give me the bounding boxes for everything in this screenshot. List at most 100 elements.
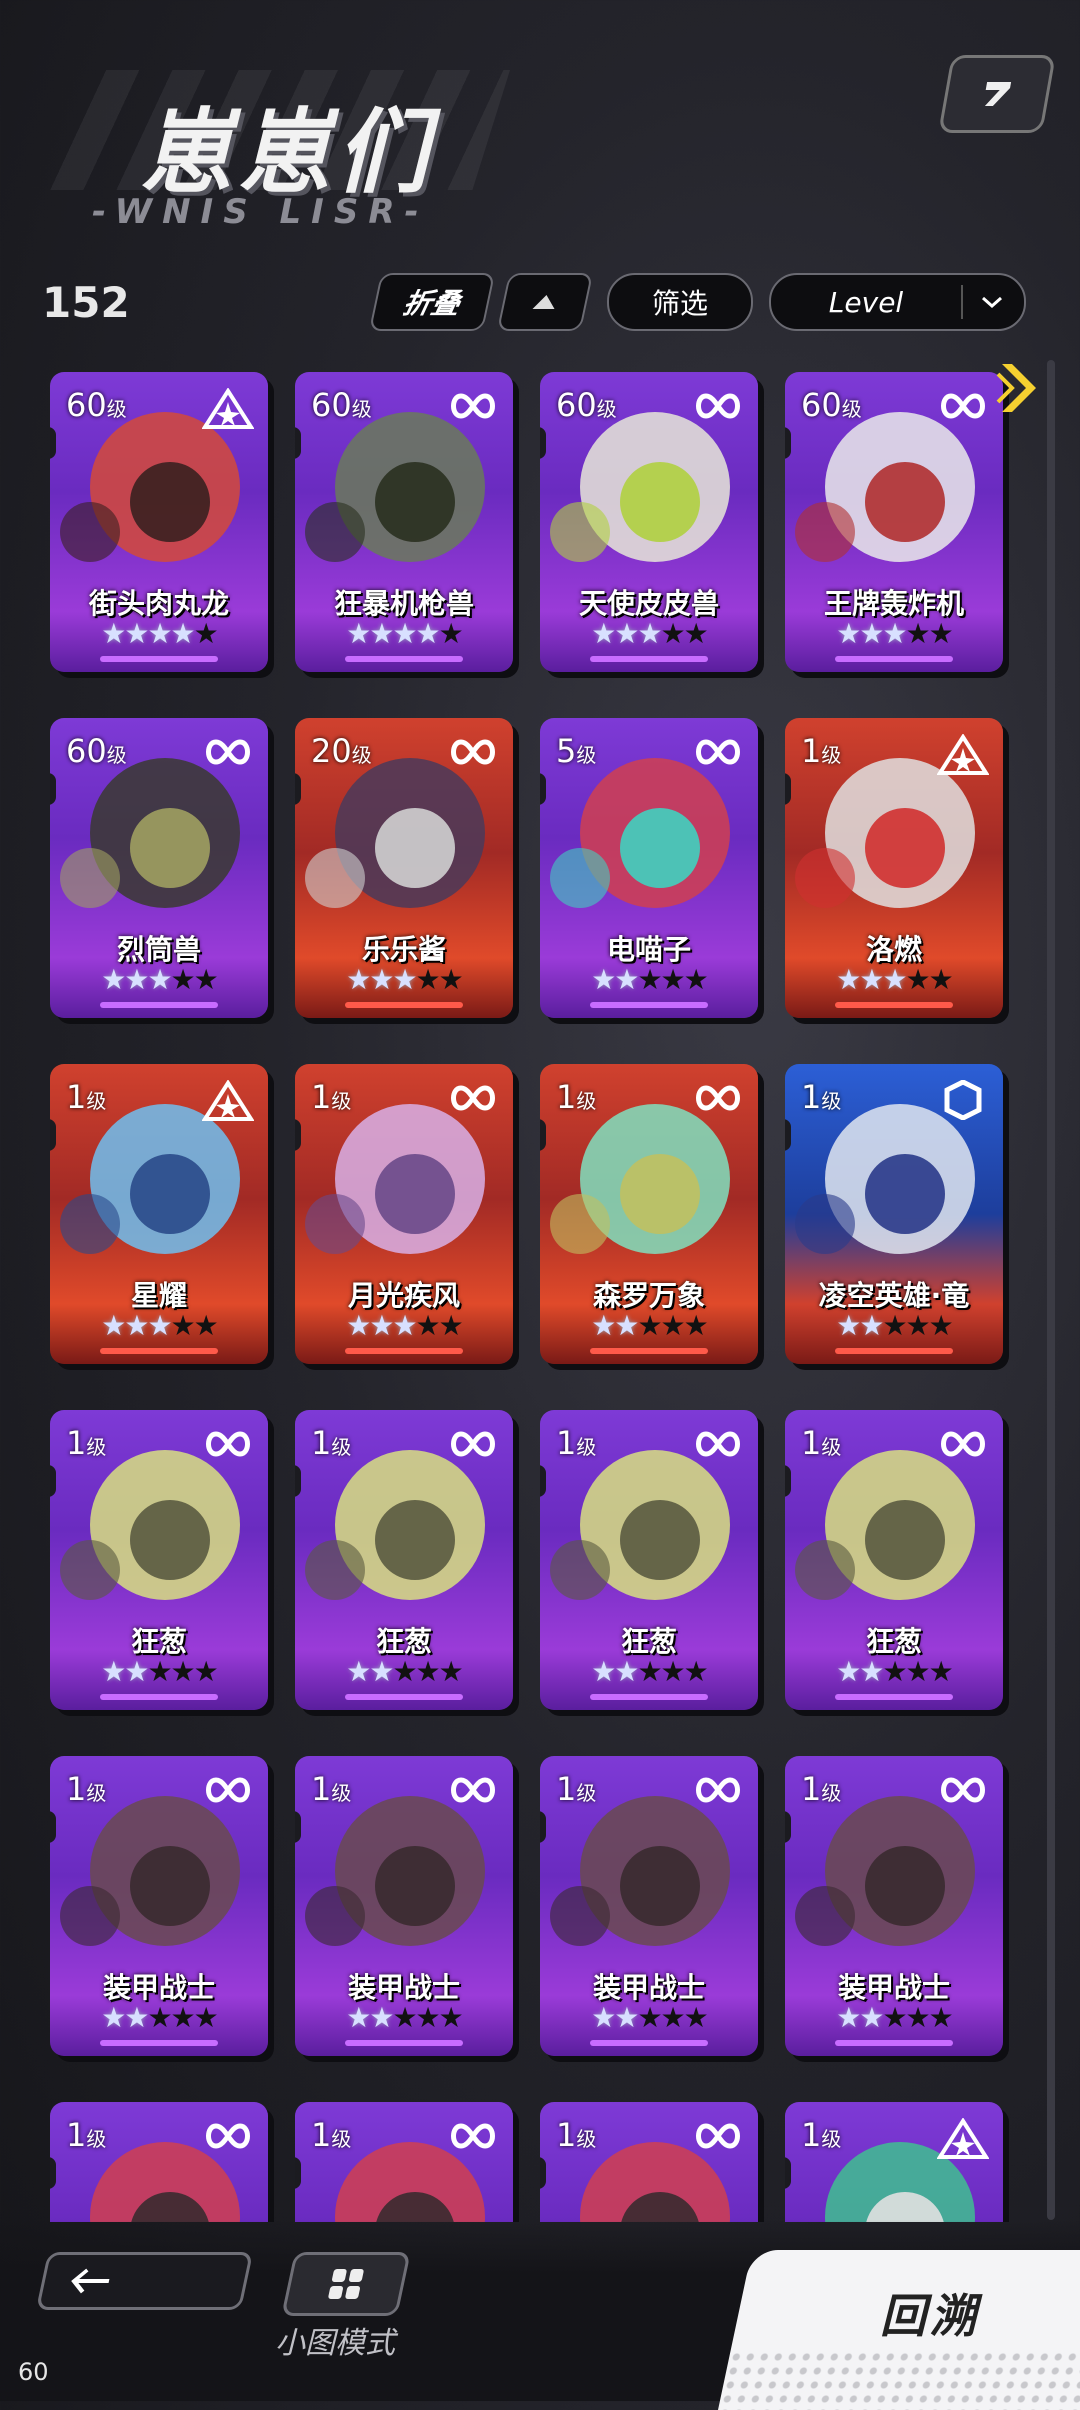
star-icon: ★ [346,1309,371,1342]
zai-name: 狂葱 [865,1625,922,1658]
zai-name: 烈筒兽 [116,933,201,966]
star-icon: ★ [836,963,861,996]
share-icon [984,82,1012,106]
zai-card[interactable]: 60级 烈筒兽 ★★★★★ [50,718,268,1018]
rarity-bar [345,1694,463,1700]
zai-level-value: 1 [311,1078,332,1116]
star-icon: ★ [147,1655,172,1688]
star-icon: ★ [591,963,616,996]
zai-name: 星耀 [130,1279,187,1312]
rarity-bar [590,2040,708,2046]
zai-level-unit: 级 [351,397,372,421]
scrollbar[interactable] [1047,360,1055,2220]
star-icon: ★ [193,617,219,650]
zai-card[interactable]: 1级 狂葱 ★★★★★ [295,1410,513,1710]
star-icon: ★ [859,1655,884,1688]
star-icon: ★ [101,617,126,650]
zai-card[interactable]: 20级 乐乐酱 ★★★★★ [295,718,513,1018]
zai-card[interactable]: 1级 装甲战士 ★★★★★ [540,1756,758,2056]
sort-direction-button[interactable] [496,273,594,331]
zai-card[interactable]: 1级 凌空英雄·竜 ★★★★★ [785,1064,1003,1364]
star-icon: ★ [438,963,464,996]
rarity-bar [345,2040,463,2046]
zai-card[interactable]: 60级 天使皮皮兽 ★★★★★ [540,372,758,672]
zai-card[interactable]: 1级 装甲战士 ★★★★★ [50,1756,268,2056]
card-tab [785,427,791,459]
rarity-bar [835,1348,953,1354]
rarity-bar [100,1348,218,1354]
rarity-bar [835,1694,953,1700]
star-icon: ★ [859,2001,884,2034]
zai-card[interactable]: 1级 月光疾风 ★★★★★ [295,1064,513,1364]
star-rating: ★★★★★ [785,963,1003,996]
card-tab [50,1119,56,1151]
star-icon: ★ [147,617,172,650]
zai-card[interactable]: 1级 狂葱 ★★★★★ [540,1410,758,1710]
star-icon: ★ [369,1309,394,1342]
fold-button[interactable]: 折叠 [368,273,496,331]
zai-level: 60级 [66,732,127,770]
zai-card[interactable]: 1级 装甲战士 ★★★★★ [295,1756,513,2056]
star-rating: ★★★★★ [50,2001,268,2034]
zai-card[interactable]: 1级 [50,2102,268,2222]
zai-card[interactable]: 60级 街头肉丸龙 ★★★★★ [50,372,268,672]
share-button[interactable] [938,55,1056,133]
zai-level: 1级 [311,1770,351,1808]
zai-name: 乐乐酱 [361,933,446,966]
zai-level-unit: 级 [821,743,842,767]
zai-level-value: 1 [801,1078,822,1116]
sort-select[interactable]: Level [769,273,1026,331]
page-next-icon[interactable] [996,358,1046,418]
zai-card[interactable]: 1级 [295,2102,513,2222]
back-button[interactable] [35,2252,254,2310]
star-icon: ★ [147,1309,172,1342]
rarity-bar [590,656,708,662]
zai-level-unit: 级 [331,1089,352,1113]
zai-card[interactable]: 1级 狂葱 ★★★★★ [785,1410,1003,1710]
zai-card[interactable]: 1级 洛燃 ★★★★★ [785,718,1003,1018]
star-icon: ★ [101,1655,126,1688]
star-icon: ★ [170,617,196,650]
infinity-icon [447,734,499,770]
zai-level: 60级 [556,386,617,424]
star-icon: ★ [928,1309,954,1342]
zai-name: 街头肉丸龙 [88,587,229,620]
zai-card[interactable]: 1级 [540,2102,758,2222]
zai-level: 5级 [556,732,596,770]
card-tab [295,1119,301,1151]
infinity-icon [202,1426,254,1462]
star-rating: ★★★★★ [50,617,268,650]
star-icon: ★ [882,1309,907,1342]
zai-card[interactable]: 1级 [785,2102,1003,2222]
zai-level-unit: 级 [596,397,617,421]
star-icon: ★ [637,963,662,996]
star-icon: ★ [928,963,954,996]
star-icon: ★ [905,1655,931,1688]
zai-card[interactable]: 1级 狂葱 ★★★★★ [50,1410,268,1710]
zai-level: 1级 [556,1078,596,1116]
card-tab [50,2157,56,2189]
zai-card[interactable]: 60级 狂暴机枪兽 ★★★★★ [295,372,513,672]
infinity-icon [937,388,989,424]
star-icon: ★ [905,617,931,650]
infinity-icon [202,1772,254,1808]
zai-level-unit: 级 [351,743,372,767]
star-icon: ★ [836,617,861,650]
star-icon: ★ [124,2001,149,2034]
rarity-bar [590,1694,708,1700]
zai-card[interactable]: 5级 电喵子 ★★★★★ [540,718,758,1018]
infinity-icon [692,1426,744,1462]
star-icon: ★ [882,617,907,650]
zai-level-value: 1 [556,1424,577,1462]
mini-mode-button[interactable] [281,2252,411,2316]
zai-card[interactable]: 1级 星耀 ★★★★★ [50,1064,268,1364]
zai-card[interactable]: 60级 王牌轰炸机 ★★★★★ [785,372,1003,672]
zai-level: 1级 [66,2116,106,2154]
zai-card[interactable]: 1级 森罗万象 ★★★★★ [540,1064,758,1364]
star-icon: ★ [369,1655,394,1688]
zai-level: 1级 [556,1770,596,1808]
star-icon: ★ [882,963,907,996]
rarity-bar [835,656,953,662]
filter-button[interactable]: 筛选 [607,273,753,331]
zai-card[interactable]: 1级 装甲战士 ★★★★★ [785,1756,1003,2056]
